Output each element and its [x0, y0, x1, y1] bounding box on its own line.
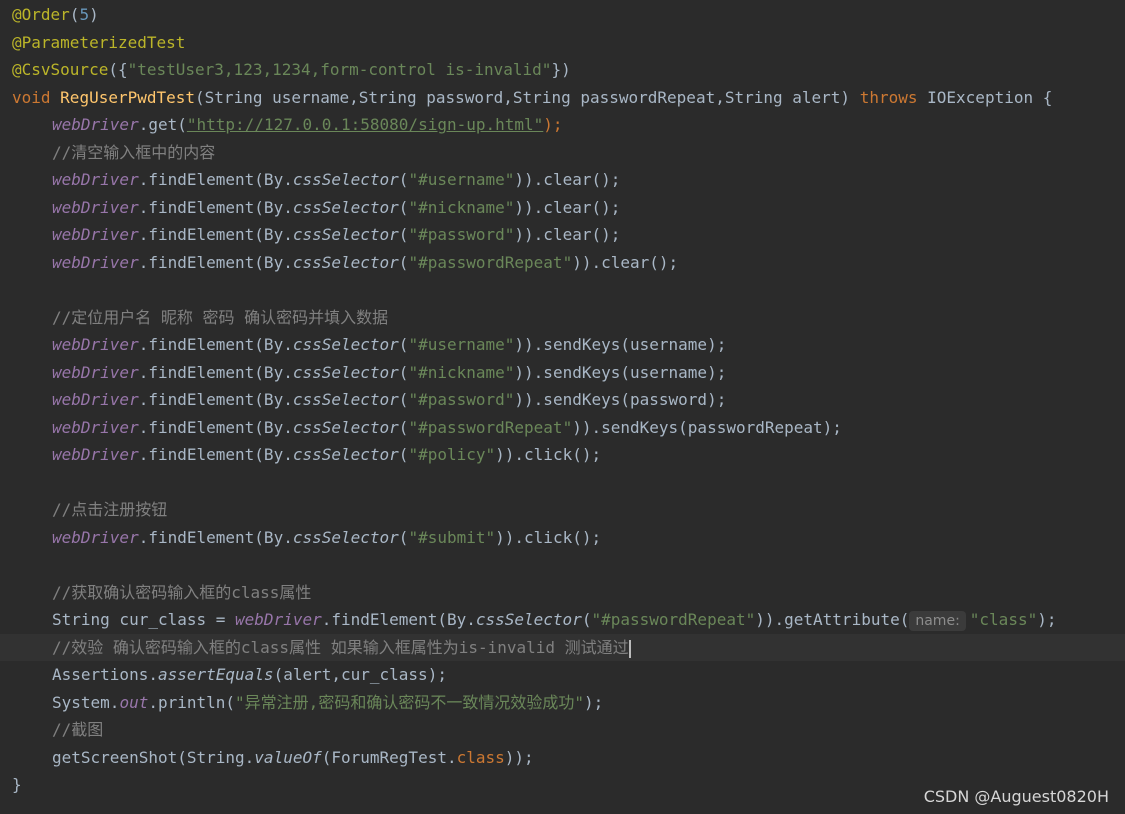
- code-line[interactable]: getScreenShot(String.valueOf(ForumRegTes…: [0, 744, 1125, 771]
- code-line[interactable]: //定位用户名 昵称 密码 确认密码并填入数据: [0, 304, 1125, 331]
- code-line[interactable]: webDriver.get("http://127.0.0.1:58080/si…: [0, 111, 1125, 138]
- code-line[interactable]: //截图: [0, 716, 1125, 743]
- code-line[interactable]: webDriver.findElement(By.cssSelector("#p…: [0, 414, 1125, 441]
- code-comment: //截图: [52, 720, 104, 739]
- parameter-hint: name:: [909, 610, 966, 631]
- code-line[interactable]: webDriver.findElement(By.cssSelector("#u…: [0, 166, 1125, 193]
- current-code-line[interactable]: //效验 确认密码输入框的class属性 如果输入框属性为is-invalid …: [0, 634, 1125, 661]
- url-link[interactable]: "http://127.0.0.1:58080/sign-up.html": [187, 115, 543, 134]
- watermark: CSDN @Auguest0820H: [923, 787, 1109, 806]
- code-line[interactable]: String cur_class = webDriver.findElement…: [0, 606, 1125, 633]
- code-line[interactable]: webDriver.findElement(By.cssSelector("#s…: [0, 524, 1125, 551]
- code-line[interactable]: @ParameterizedTest: [0, 29, 1125, 56]
- code-comment: //清空输入框中的内容: [52, 143, 216, 162]
- code-line[interactable]: //清空输入框中的内容: [0, 139, 1125, 166]
- text-caret: [628, 639, 631, 658]
- code-line[interactable]: webDriver.findElement(By.cssSelector("#n…: [0, 194, 1125, 221]
- code-comment: //定位用户名 昵称 密码 确认密码并填入数据: [52, 308, 389, 327]
- annotation: @CsvSource: [12, 60, 109, 79]
- method-name: RegUserPwdTest: [60, 88, 196, 107]
- annotation: @Order: [12, 5, 70, 24]
- code-line[interactable]: void RegUserPwdTest(String username,Stri…: [0, 84, 1125, 111]
- code-line[interactable]: //点击注册按钮: [0, 496, 1125, 523]
- code-comment: //点击注册按钮: [52, 500, 168, 519]
- code-line[interactable]: //获取确认密码输入框的class属性: [0, 579, 1125, 606]
- code-line[interactable]: webDriver.findElement(By.cssSelector("#p…: [0, 221, 1125, 248]
- code-line[interactable]: webDriver.findElement(By.cssSelector("#n…: [0, 359, 1125, 386]
- code-editor[interactable]: @Order(5) @ParameterizedTest @CsvSource(…: [0, 0, 1125, 814]
- code-comment: //获取确认密码输入框的class属性: [52, 583, 312, 602]
- code-line[interactable]: System.out.println("异常注册,密码和确认密码不一致情况效验成…: [0, 689, 1125, 716]
- code-comment: //效验 确认密码输入框的class属性 如果输入框属性为is-invalid …: [52, 638, 629, 657]
- code-line[interactable]: @CsvSource({"testUser3,123,1234,form-con…: [0, 56, 1125, 83]
- code-line[interactable]: @Order(5): [0, 1, 1125, 28]
- code-line[interactable]: webDriver.findElement(By.cssSelector("#u…: [0, 331, 1125, 358]
- code-line[interactable]: Assertions.assertEquals(alert,cur_class)…: [0, 661, 1125, 688]
- annotation: @ParameterizedTest: [12, 33, 186, 52]
- code-line[interactable]: webDriver.findElement(By.cssSelector("#p…: [0, 386, 1125, 413]
- code-line[interactable]: webDriver.findElement(By.cssSelector("#p…: [0, 249, 1125, 276]
- code-line[interactable]: webDriver.findElement(By.cssSelector("#p…: [0, 441, 1125, 468]
